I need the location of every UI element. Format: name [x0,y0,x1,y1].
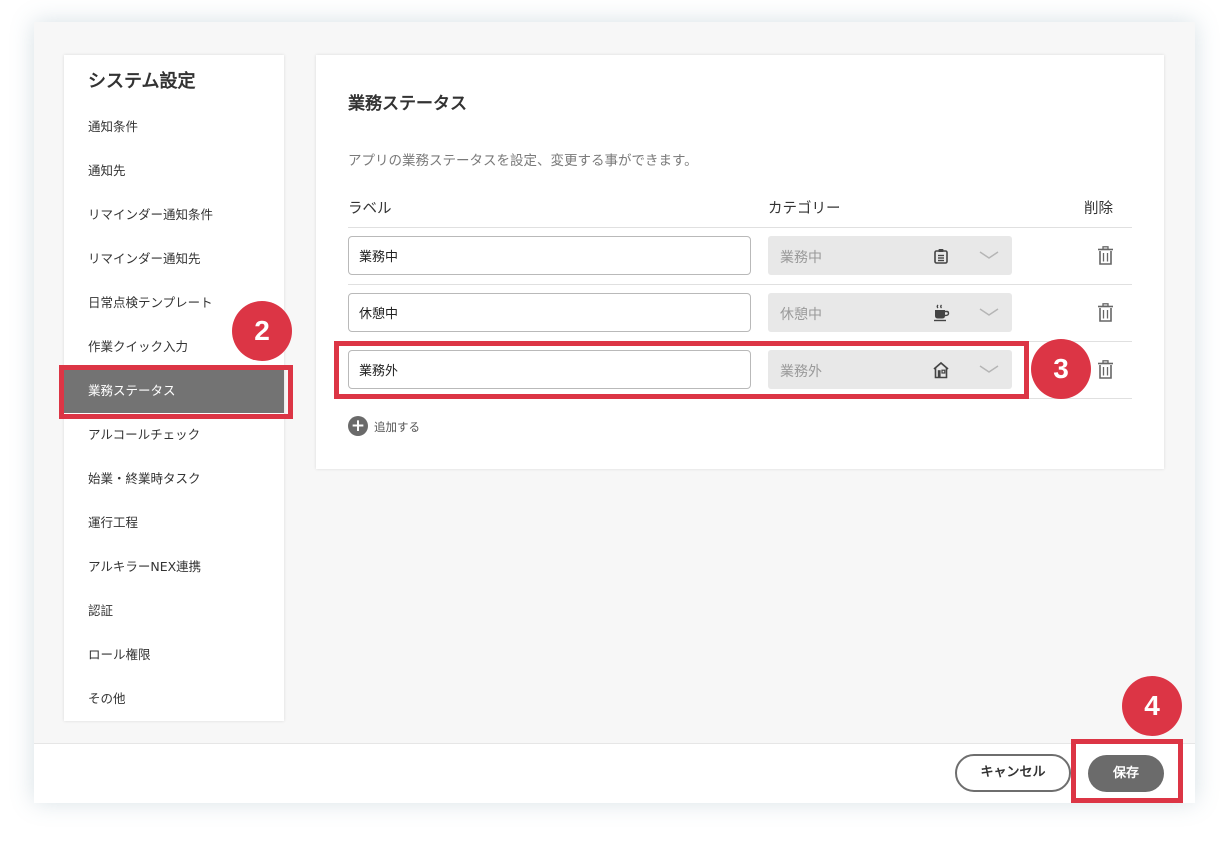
status-label-input[interactable] [348,293,751,332]
trash-icon[interactable] [1097,246,1114,265]
highlight-box-sidebar [59,365,293,419]
sidebar-item-authentication[interactable]: 認証 [64,589,284,633]
step-badge-3: 3 [1031,339,1091,399]
work-status-panel: 業務ステータス アプリの業務ステータスを設定、変更する事ができます。 ラベル カ… [316,55,1164,469]
page-description: アプリの業務ステータスを設定、変更する事ができます。 [348,153,698,169]
category-select[interactable]: 業務中 [768,236,1012,275]
page-title: 業務ステータス [348,94,467,114]
highlight-box-row [334,341,1029,399]
sidebar-item-reminder-targets[interactable]: リマインダー通知先 [64,237,284,281]
sidebar-item-notification-conditions[interactable]: 通知条件 [64,105,284,149]
sidebar-item-notification-targets[interactable]: 通知先 [64,149,284,193]
highlight-box-save [1071,739,1183,803]
column-header-label: ラベル [348,201,392,217]
trash-icon[interactable] [1097,360,1114,379]
cancel-button[interactable]: キャンセル [955,754,1071,792]
add-status-label: 追加する [374,420,420,434]
category-value: 業務中 [780,250,822,266]
plus-icon: + [348,416,368,436]
sidebar-item-reminder-conditions[interactable]: リマインダー通知条件 [64,193,284,237]
category-select[interactable]: 休憩中 [768,293,1012,332]
table-divider [348,284,1132,285]
column-header-category: カテゴリー [768,201,841,217]
chevron-down-icon [979,251,999,259]
chevron-down-icon [979,308,999,316]
sidebar-item-alkiller-nex[interactable]: アルキラーNEX連携 [64,545,284,589]
sidebar-item-alcohol-check[interactable]: アルコールチェック [64,413,284,457]
status-label-input[interactable] [348,236,751,275]
sidebar-item-operation-process[interactable]: 運行工程 [64,501,284,545]
sidebar-item-role-permissions[interactable]: ロール権限 [64,633,284,677]
trash-icon[interactable] [1097,303,1114,322]
sidebar-item-start-end-tasks[interactable]: 始業・終業時タスク [64,457,284,501]
category-value: 休憩中 [780,307,822,323]
column-header-delete: 削除 [1084,201,1113,217]
table-divider [348,227,1132,228]
clipboard-icon [934,249,948,264]
coffee-cup-icon [934,304,950,322]
sidebar-title: システム設定 [88,71,196,92]
sidebar-item-other[interactable]: その他 [64,677,284,721]
step-badge-2: 2 [232,301,292,361]
step-badge-4: 4 [1122,676,1182,736]
